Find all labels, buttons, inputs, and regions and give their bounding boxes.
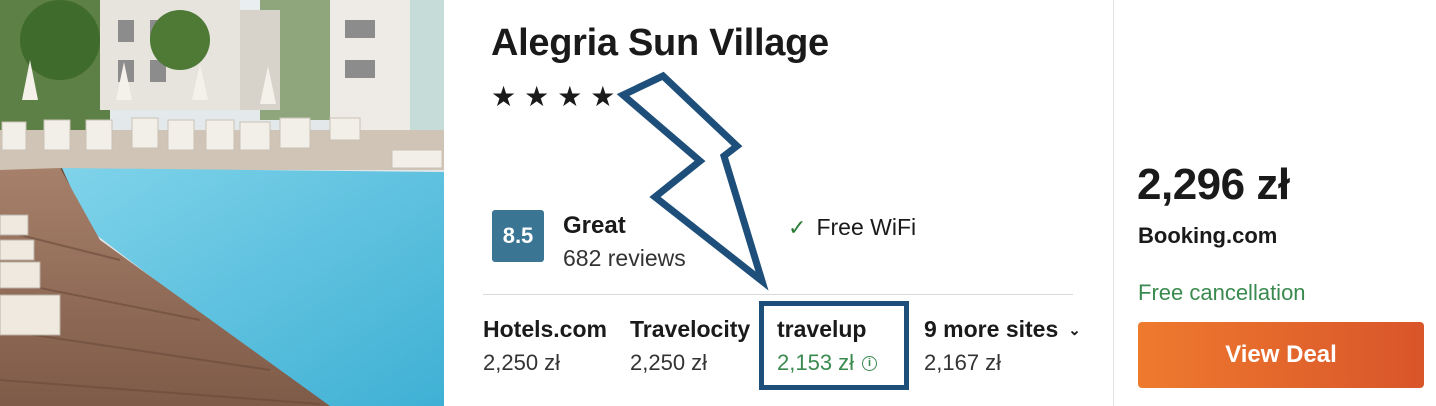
site-name: Hotels.com [483, 316, 607, 342]
view-deal-button[interactable]: View Deal [1138, 322, 1424, 388]
site-price: 2,250 zł [483, 350, 561, 375]
review-count[interactable]: 682 reviews [563, 245, 686, 272]
highlight-box-annotation [759, 301, 909, 390]
deal-provider: Booking.com [1138, 223, 1278, 248]
site-name: Travelocity [630, 316, 751, 342]
hotel-name[interactable]: Alegria Sun Village [491, 22, 829, 65]
amenity-label: Free WiFi [816, 214, 917, 240]
more-sites-toggle[interactable]: 9 more sites ⌄ [924, 316, 1081, 343]
divider [483, 294, 1073, 295]
rating-label: Great [563, 212, 626, 239]
hotel-photo[interactable] [0, 0, 444, 406]
column-divider [1113, 0, 1114, 406]
chevron-down-icon: ⌄ [1068, 321, 1081, 339]
more-sites-label: 9 more sites [924, 316, 1059, 342]
site-travelocity[interactable]: Travelocity 2,250 zł [630, 316, 750, 376]
amenity-free-wifi: ✓ Free WiFi [788, 214, 916, 241]
check-icon: ✓ [788, 214, 807, 240]
star-rating: ★★★★ [491, 81, 624, 112]
site-hotels-com[interactable]: Hotels.com 2,250 zł [483, 316, 607, 376]
site-price: 2,167 zł [924, 350, 1002, 375]
site-price: 2,250 zł [630, 350, 708, 375]
rating-score-badge: 8.5 [492, 210, 544, 262]
free-cancellation-label: Free cancellation [1138, 280, 1306, 305]
deal-price: 2,296 zł [1137, 160, 1290, 209]
more-sites-dropdown[interactable]: 9 more sites ⌄ 2,167 zł [924, 316, 1081, 376]
